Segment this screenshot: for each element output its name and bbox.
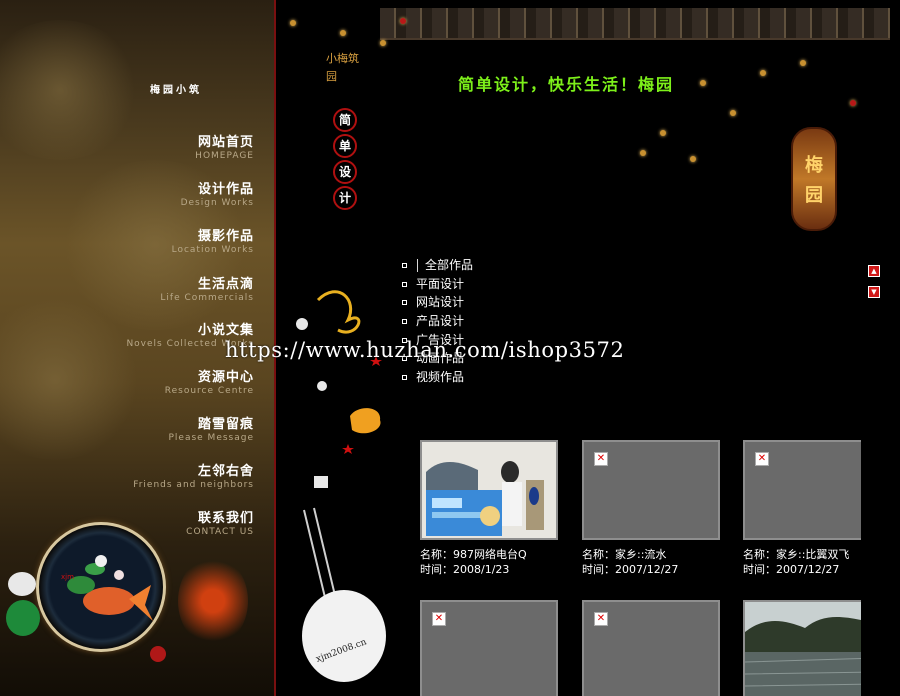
blossom-decoration — [850, 100, 856, 106]
work-card[interactable]: ✕ 名称：家乡::比翼双飞 时间：2007/12/27 — [743, 440, 861, 577]
bullet-icon — [402, 263, 407, 268]
nav-label: 资源中心 — [197, 370, 254, 385]
work-card[interactable]: 名称：987网络电台Q 时间：2008/1/23 — [420, 440, 558, 577]
nav-label: 左邻右舍 — [197, 464, 254, 479]
blossom-decoration — [380, 40, 386, 46]
arrow-down-icon[interactable]: ▼ — [868, 286, 880, 298]
category-label: 全部作品 — [425, 258, 474, 272]
leaf-shadow — [0, 20, 140, 160]
site-logo[interactable]: 梅园小筑 — [150, 81, 202, 96]
nav-label: 小说文集 — [197, 323, 254, 338]
nav-sublabel: HOMEPAGE — [195, 151, 254, 161]
slogan: 简单设计，快乐生活！梅园 — [458, 75, 675, 94]
blossom-decoration — [400, 18, 406, 24]
nav-item-message[interactable]: 踏雪留痕 Please Message — [168, 413, 254, 443]
title-char: 计 — [333, 186, 357, 210]
nav-item-location-works[interactable]: 摄影作品 Location Works — [172, 225, 254, 255]
work-name: 名称：987网络电台Q — [420, 548, 527, 561]
work-thumbnail[interactable] — [420, 440, 558, 540]
title-char: 简 — [333, 108, 357, 132]
nav-item-resources[interactable]: 资源中心 Resource Centre — [165, 366, 254, 396]
category-label: 平面设计 — [416, 276, 465, 291]
plaque-sign: 梅 园 — [791, 127, 837, 231]
work-time: 时间：2008/1/23 — [420, 563, 510, 576]
work-card[interactable]: ✕ 名称：家乡::流水 时间：2007/12/27 — [582, 440, 720, 577]
nav-label: 踏雪留痕 — [197, 417, 254, 432]
nav-sublabel: Friends and neighbors — [133, 480, 254, 490]
work-card[interactable]: ✕ — [582, 600, 720, 696]
lotus-decoration — [8, 572, 36, 596]
nav-item-design-works[interactable]: 设计作品 Design Works — [181, 178, 254, 208]
work-thumbnail[interactable]: ✕ — [743, 440, 861, 540]
nav-item-homepage[interactable]: 网站首页 HOMEPAGE — [195, 131, 254, 161]
nav-sublabel: Location Works — [171, 245, 254, 255]
nav-sublabel: Design Works — [180, 198, 254, 208]
broken-image-icon: ✕ — [432, 612, 446, 626]
broken-image-icon: ✕ — [755, 452, 769, 466]
nav-item-contact[interactable]: 联系我们 CONTACT US — [186, 507, 254, 537]
nav-label: 网站首页 — [197, 135, 254, 150]
nav-label: 生活点滴 — [197, 277, 254, 292]
broken-image-icon: ✕ — [594, 452, 608, 466]
divider — [417, 259, 418, 272]
plaque-char: 园 — [805, 185, 823, 206]
bullet-icon — [402, 319, 407, 325]
blossom-decoration — [690, 156, 696, 162]
nav-sublabel: Life Commercials — [160, 293, 254, 303]
decorative-dish: xjm — [36, 522, 166, 652]
work-name: 名称：家乡::流水 — [582, 548, 667, 561]
page: 梅园小筑 网站首页 HOMEPAGE 设计作品 Design Works 摄影作… — [0, 0, 900, 696]
plaque-char: 梅 — [805, 155, 823, 176]
figure-decoration — [150, 646, 166, 662]
blossom-decoration — [700, 80, 706, 86]
small-mark: 小梅筑园 — [326, 52, 359, 83]
blossom-decoration — [660, 130, 666, 136]
blossom-decoration — [640, 150, 646, 156]
blossom-decoration — [730, 110, 736, 116]
goldfish-illustration: xjm — [61, 555, 153, 621]
work-thumbnail[interactable]: ✕ — [582, 600, 720, 696]
river-photo-image — [745, 602, 861, 696]
category-label: 网站设计 — [416, 295, 465, 310]
ad-collage-image — [422, 442, 556, 538]
work-time: 时间：2007/12/27 — [582, 563, 679, 576]
bullet-icon — [402, 300, 407, 306]
blossom-decoration — [290, 20, 296, 26]
category-label: 视频作品 — [416, 370, 465, 385]
blossom-decoration — [760, 70, 766, 76]
broken-image-icon: ✕ — [594, 612, 608, 626]
vertical-title: 简 单 设 计 — [333, 108, 357, 212]
title-char: 设 — [333, 160, 357, 184]
arrow-up-icon[interactable]: ▲ — [868, 265, 880, 277]
dish-signature: xjm — [61, 573, 74, 581]
work-name: 名称：家乡::比翼双飞 — [743, 548, 850, 561]
work-meta: 名称：家乡::比翼双飞 时间：2007/12/27 — [743, 547, 861, 577]
blossom-decoration — [340, 30, 346, 36]
roof-tiles — [380, 8, 890, 40]
nav-label: 摄影作品 — [197, 229, 254, 244]
bullet-icon — [402, 281, 407, 287]
title-char: 单 — [333, 134, 357, 158]
category-label: 产品设计 — [416, 314, 465, 329]
bullet-icon — [402, 375, 407, 381]
nav-label: 联系我们 — [197, 511, 254, 526]
work-meta: 名称：987网络电台Q 时间：2008/1/23 — [420, 547, 540, 577]
work-card[interactable]: ✕ — [420, 600, 558, 696]
work-thumbnail[interactable]: ✕ — [420, 600, 558, 696]
nav-item-life[interactable]: 生活点滴 Life Commercials — [160, 273, 254, 303]
work-card[interactable] — [743, 600, 861, 696]
watermark-url: https://www.huzhan.com/ishop3572 — [225, 338, 625, 362]
nav-sublabel: CONTACT US — [186, 527, 254, 537]
blossom-decoration — [800, 60, 806, 66]
nav-sublabel: Please Message — [168, 433, 254, 443]
leaf-decoration — [6, 600, 40, 636]
nav-item-friends[interactable]: 左邻右舍 Friends and neighbors — [133, 460, 254, 490]
nav-sublabel: Resource Centre — [164, 386, 254, 396]
nav-label: 设计作品 — [197, 182, 254, 197]
work-meta: 名称：家乡::流水 时间：2007/12/27 — [582, 547, 702, 577]
work-time: 时间：2007/12/27 — [743, 563, 840, 576]
work-thumbnail[interactable] — [743, 600, 861, 696]
flower-decoration — [178, 556, 248, 646]
work-thumbnail[interactable]: ✕ — [582, 440, 720, 540]
